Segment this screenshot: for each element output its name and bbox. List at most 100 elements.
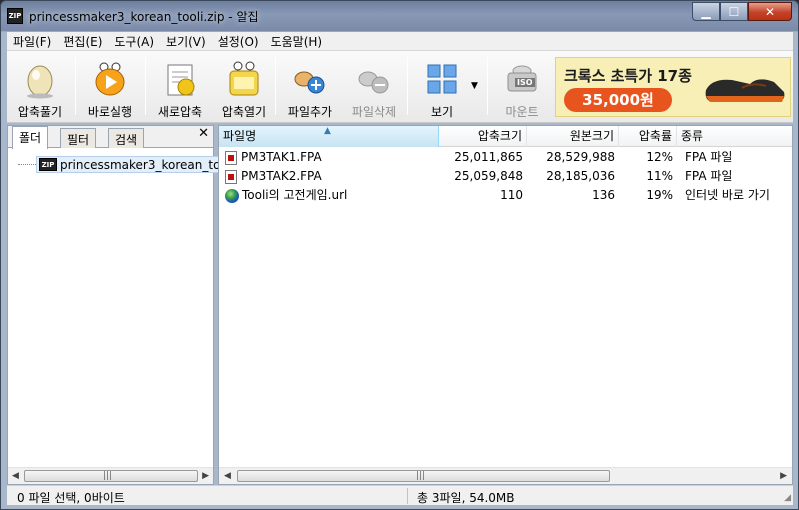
ratio-cell: 12% xyxy=(646,150,673,164)
tree-connector xyxy=(18,164,36,165)
add-file-label: 파일추가 xyxy=(287,105,333,119)
new-archive-icon xyxy=(160,59,200,99)
toolbar: 압축풀기 바로실행 새로압축 압축열기 파일추가 파일삭제 보기 ▼ ISO 마… xyxy=(7,51,793,123)
open-archive-label: 압축열기 xyxy=(221,105,267,119)
type-cell: FPA 파일 xyxy=(685,150,733,164)
run-button[interactable]: 바로실행 xyxy=(77,53,143,119)
menu-settings[interactable]: 설정(O) xyxy=(212,33,265,50)
file-list-header: ▲ 파일명 압축크기 원본크기 압축률 종류 xyxy=(219,126,792,147)
fpa-file-icon xyxy=(225,169,237,184)
delete-file-label: 파일삭제 xyxy=(351,105,397,119)
egg-icon xyxy=(20,59,60,99)
ratio-cell: 19% xyxy=(646,188,673,202)
column-header-name[interactable]: ▲ 파일명 xyxy=(219,126,439,147)
menu-help[interactable]: 도움말(H) xyxy=(265,33,329,50)
extract-button[interactable]: 압축풀기 xyxy=(7,53,73,119)
ad-price: 35,000원 xyxy=(564,88,672,112)
mount-button[interactable]: ISO 마운트 xyxy=(489,53,555,119)
close-icon: ✕ xyxy=(764,4,776,19)
view-dropdown-icon[interactable]: ▼ xyxy=(471,81,478,91)
resize-grip-icon[interactable]: ◢ xyxy=(784,493,791,503)
tree-item-label: princessmaker3_korean_tooli xyxy=(60,157,235,172)
sort-ascending-icon: ▲ xyxy=(324,126,331,136)
zip-archive-icon: ZIP xyxy=(39,158,57,171)
open-archive-icon xyxy=(224,59,264,99)
table-row[interactable]: PM3TAK2.FPA 25,059,848 28,185,036 11% FP… xyxy=(219,167,792,186)
packed-size-cell: 110 xyxy=(500,188,523,202)
view-label: 보기 xyxy=(430,105,454,119)
advertisement-banner[interactable]: 크록스 초특가 17종 35,000원 xyxy=(555,57,791,117)
file-name-cell: PM3TAK2.FPA xyxy=(221,167,439,186)
scroll-thumb[interactable]: ||| xyxy=(24,470,198,482)
column-header-packed[interactable]: 압축크기 xyxy=(439,126,527,147)
menu-bar: 파일(F) 편집(E) 도구(A) 보기(V) 설정(O) 도움말(H) xyxy=(7,32,793,51)
run-label: 바로실행 xyxy=(87,105,133,119)
folder-pane: 폴더 필터 검색 ✕ ZIP princessmaker3_korean_too… xyxy=(7,125,238,485)
add-file-button[interactable]: 파일추가 xyxy=(277,53,343,119)
shoe-image xyxy=(702,72,788,106)
window-controls: ▁ ☐ ✕ xyxy=(692,2,792,22)
minimize-button[interactable]: ▁ xyxy=(692,2,720,21)
mount-label: 마운트 xyxy=(505,105,539,119)
total-status: 총 3파일, 54.0MB xyxy=(417,491,515,505)
type-cell: FPA 파일 xyxy=(685,169,733,183)
iso-disc-icon: ISO xyxy=(502,59,542,99)
status-divider xyxy=(407,488,408,504)
scroll-right-icon[interactable]: ▶ xyxy=(202,471,209,481)
menu-file[interactable]: 파일(F) xyxy=(7,33,57,50)
toolbar-separator xyxy=(487,57,488,115)
menu-tools[interactable]: 도구(A) xyxy=(108,33,160,50)
close-button[interactable]: ✕ xyxy=(748,2,792,21)
tree-item-archive[interactable]: ZIP princessmaker3_korean_tooli xyxy=(36,156,238,173)
iso-badge: ISO xyxy=(515,78,535,87)
packed-size-cell: 25,059,848 xyxy=(454,169,523,183)
folder-pane-hscrollbar[interactable]: ◀ ||| ▶ xyxy=(8,467,213,484)
status-bar: 0 파일 선택, 0바이트 총 3파일, 54.0MB ◢ xyxy=(7,485,793,505)
minimize-icon: ▁ xyxy=(701,4,711,19)
toolbar-separator xyxy=(145,57,146,115)
file-list-hscrollbar[interactable]: ◀ ||| ▶ xyxy=(219,467,792,484)
extract-label: 압축풀기 xyxy=(17,105,63,119)
toolbar-separator xyxy=(407,57,408,115)
scroll-left-icon[interactable]: ◀ xyxy=(224,471,231,481)
title-bar[interactable]: ZIP princessmaker3_korean_tooli.zip - 알집… xyxy=(1,1,798,31)
selection-status: 0 파일 선택, 0바이트 xyxy=(17,491,125,505)
maximize-button[interactable]: ☐ xyxy=(720,2,748,21)
new-archive-label: 새로압축 xyxy=(157,105,203,119)
tab-search[interactable]: 검색 xyxy=(108,128,145,148)
scroll-left-icon[interactable]: ◀ xyxy=(12,471,19,481)
fpa-file-icon xyxy=(225,150,237,165)
open-archive-button[interactable]: 압축열기 xyxy=(211,53,277,119)
new-archive-button[interactable]: 새로압축 xyxy=(147,53,213,119)
column-header-original[interactable]: 원본크기 xyxy=(527,126,619,147)
ratio-cell: 11% xyxy=(646,169,673,183)
packed-size-cell: 25,011,865 xyxy=(454,150,523,164)
column-header-type[interactable]: 종류 xyxy=(677,126,792,147)
column-header-ratio[interactable]: 압축률 xyxy=(619,126,677,147)
view-button[interactable]: 보기 xyxy=(409,53,475,119)
pane-tabs: 폴더 필터 검색 ✕ xyxy=(8,126,213,149)
table-row[interactable]: Tooli의 고전게임.url 110 136 19% 인터넷 바로 가기 xyxy=(219,186,792,205)
toolbar-separator xyxy=(275,57,276,115)
app-window: ZIP princessmaker3_korean_tooli.zip - 알집… xyxy=(0,0,799,510)
add-file-icon xyxy=(290,59,330,99)
type-cell: 인터넷 바로 가기 xyxy=(685,188,770,202)
delete-file-button[interactable]: 파일삭제 xyxy=(341,53,407,119)
menu-view[interactable]: 보기(V) xyxy=(160,33,212,50)
table-row[interactable]: PM3TAK1.FPA 25,011,865 28,529,988 12% FP… xyxy=(219,148,792,167)
window-title: princessmaker3_korean_tooli.zip - 알집 xyxy=(29,10,259,24)
play-egg-icon xyxy=(90,59,130,99)
tab-folder[interactable]: 폴더 xyxy=(12,126,49,149)
maximize-icon: ☐ xyxy=(728,4,740,19)
scroll-thumb[interactable]: ||| xyxy=(237,470,610,482)
zip-app-icon[interactable]: ZIP xyxy=(7,8,23,24)
toolbar-separator xyxy=(75,57,76,115)
menu-edit[interactable]: 편집(E) xyxy=(57,33,108,50)
tab-filter[interactable]: 필터 xyxy=(60,128,97,148)
original-size-cell: 28,185,036 xyxy=(546,169,615,183)
original-size-cell: 136 xyxy=(592,188,615,202)
pane-close-icon[interactable]: ✕ xyxy=(198,126,209,141)
scroll-right-icon[interactable]: ▶ xyxy=(780,471,787,481)
original-size-cell: 28,529,988 xyxy=(546,150,615,164)
delete-file-icon xyxy=(354,59,394,99)
